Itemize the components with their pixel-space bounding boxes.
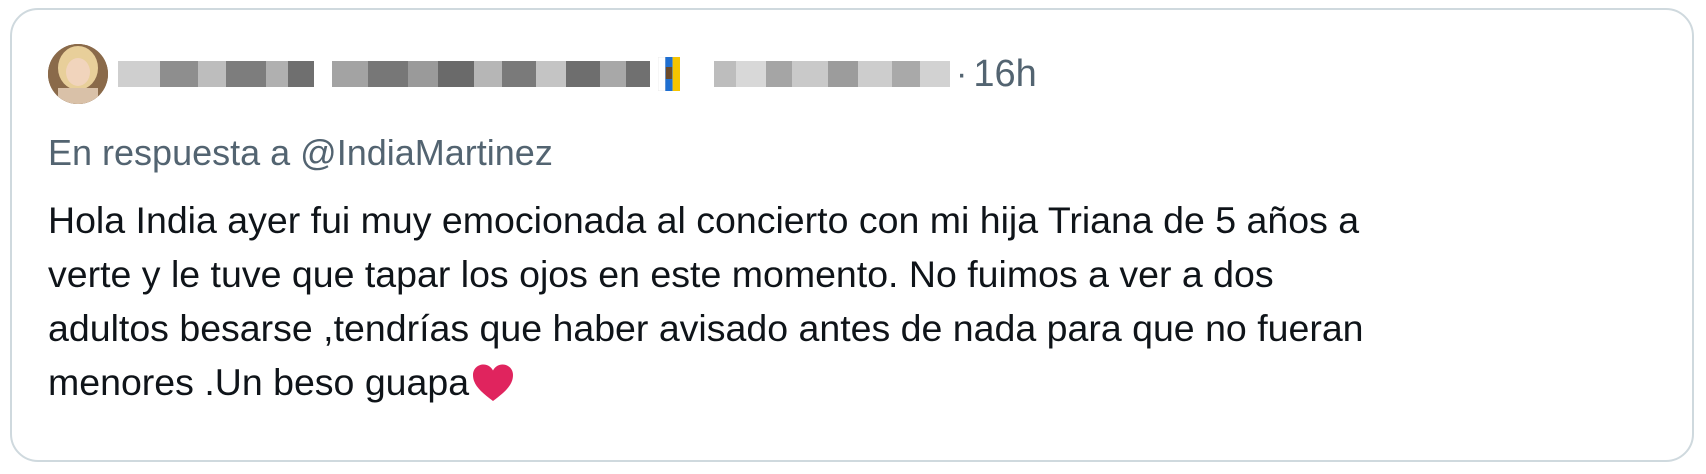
handle-redacted[interactable] xyxy=(714,61,950,87)
tweet-card[interactable]: · 16h En respuesta a @IndiaMartinez Hola… xyxy=(10,8,1694,462)
tweet-text-fragment: menores .Un beso guapa xyxy=(48,361,470,403)
reply-mention-link[interactable]: @IndiaMartinez xyxy=(300,132,553,173)
tweet-text-line: verte y le tuve que tapar los ojos en es… xyxy=(48,253,1274,295)
tweet-timestamp[interactable]: 16h xyxy=(973,55,1036,93)
tweet-text-line: adultos besarse ,tendrías que haber avis… xyxy=(48,307,1364,349)
tweet-header: · 16h xyxy=(48,44,1037,104)
tweet-text: Hola India ayer fui muy emocionada al co… xyxy=(48,193,1668,409)
avatar[interactable] xyxy=(48,44,108,104)
time-separator: · xyxy=(956,55,968,93)
tweet-text-line: Hola India ayer fui muy emocionada al co… xyxy=(48,199,1360,241)
display-name-redacted[interactable] xyxy=(118,61,650,87)
reply-context: En respuesta a @IndiaMartinez xyxy=(48,132,553,174)
reply-prefix: En respuesta a xyxy=(48,132,291,173)
tweet-text-line-last: menores .Un beso guapa xyxy=(48,355,1668,409)
red-heart-icon xyxy=(471,363,515,403)
canary-islands-flag-icon xyxy=(658,57,680,91)
